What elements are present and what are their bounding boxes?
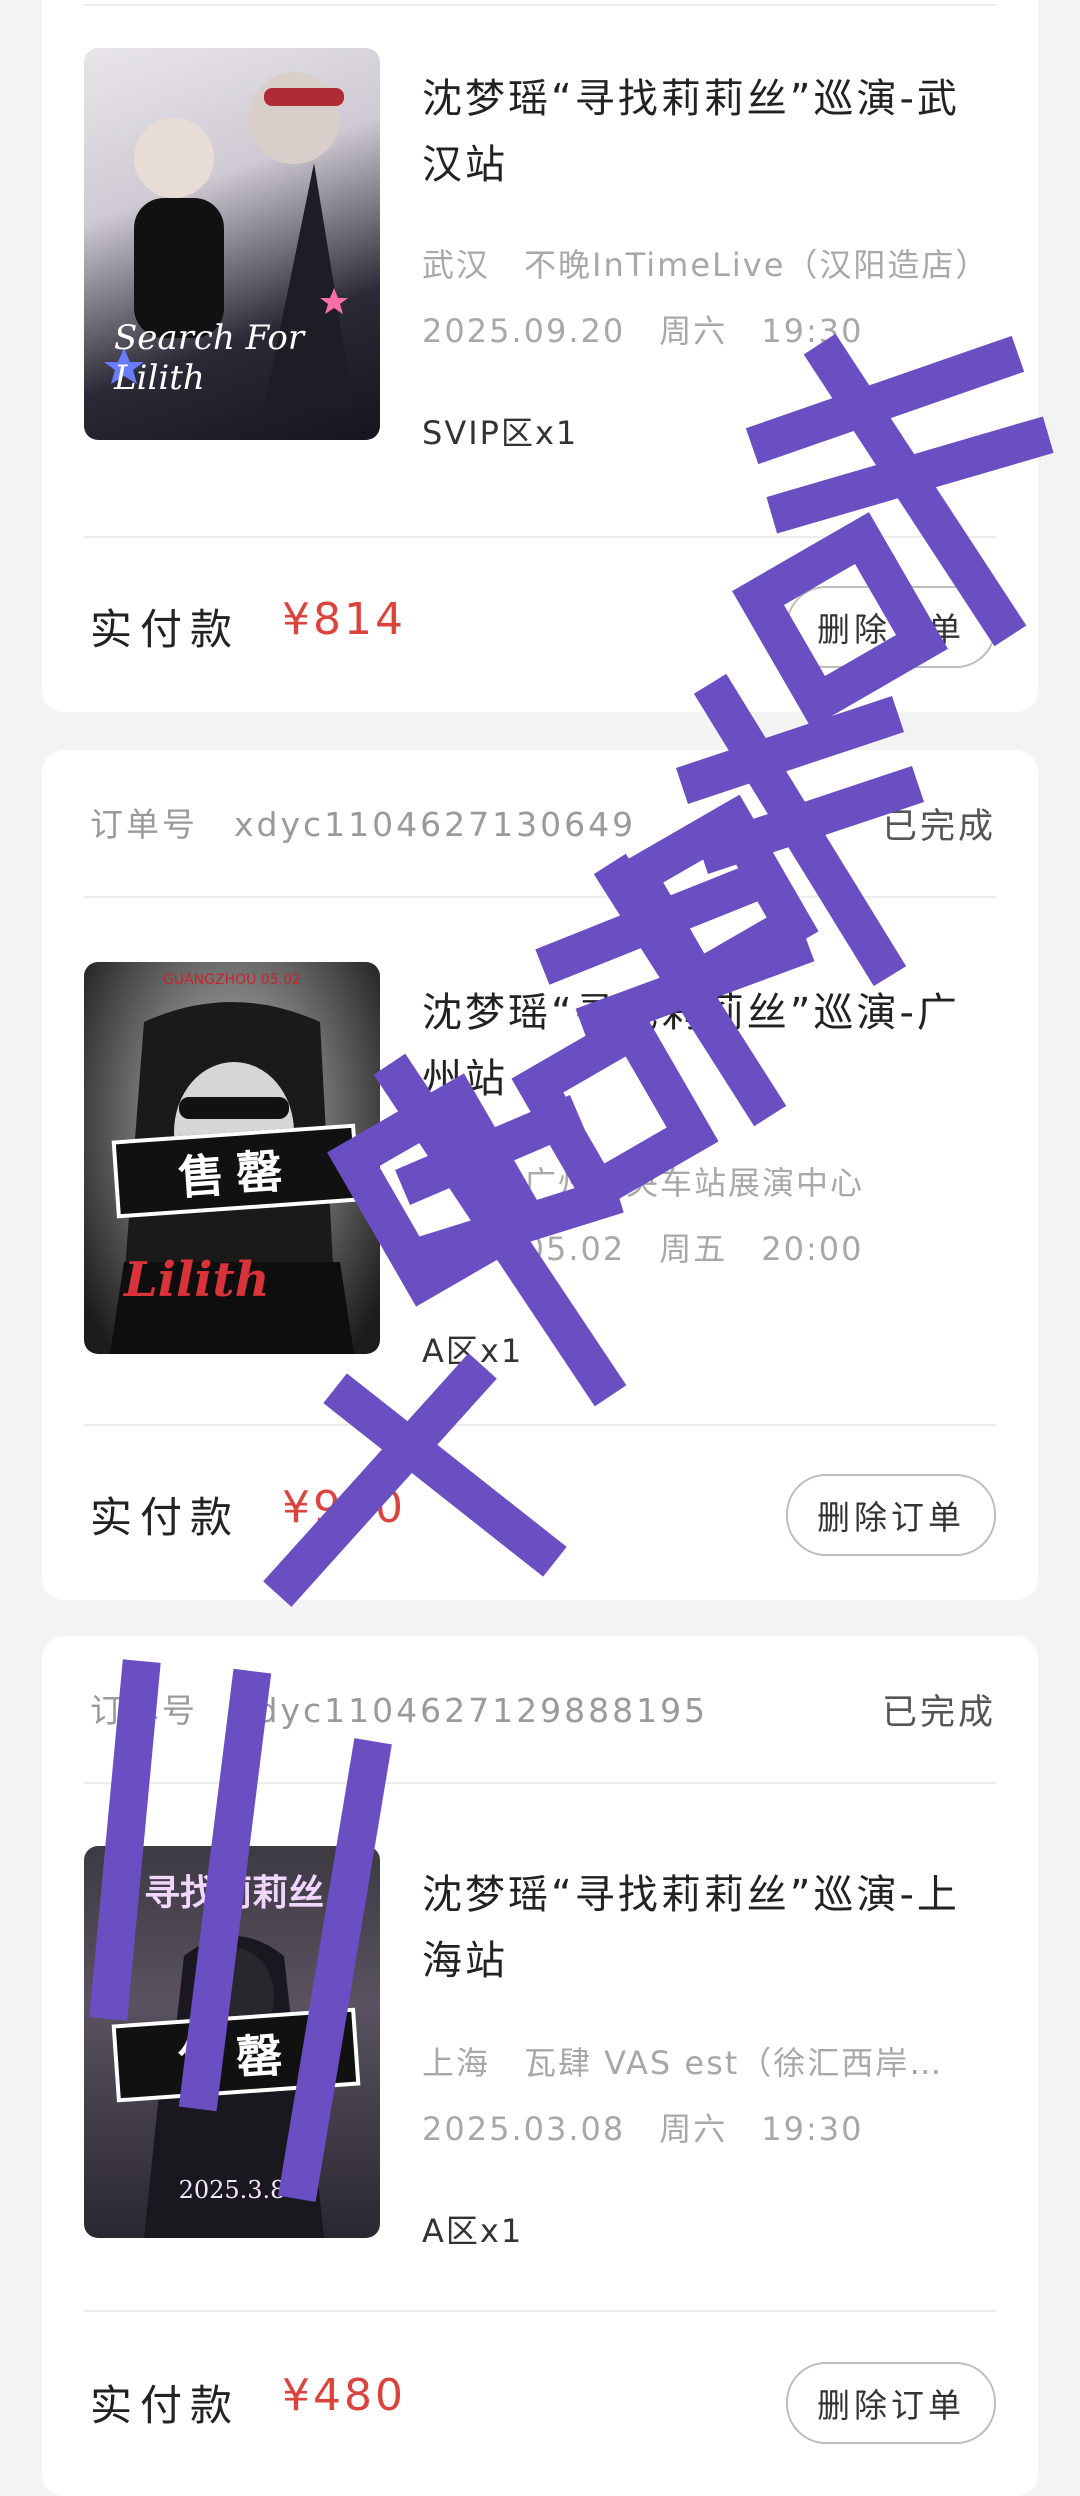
poster-title: 寻找莉莉丝	[144, 1873, 325, 1914]
ticket-info: SVIP区x1	[422, 414, 579, 452]
event-poster[interactable]: 寻找莉莉丝 售罄 2025.3.8	[84, 1846, 380, 2238]
poster-header: GUANGZHOU 05.02	[163, 972, 301, 988]
poster-title: Search For Lilith	[114, 318, 305, 398]
divider	[84, 4, 996, 6]
ticket-info: A区x1	[422, 1332, 524, 1370]
divider	[84, 2310, 996, 2312]
divider	[84, 1782, 996, 1784]
event-poster[interactable]: Search For Lilith	[84, 48, 380, 440]
event-venue: 广州 广州中央车站展演中心	[422, 1164, 865, 1202]
order-status: 已完成	[881, 1693, 996, 1733]
order-card-3: 订单号 xdyc1104627129888195 已完成 寻找莉莉丝 售罄 20…	[42, 1636, 1038, 2496]
pay-amount: ¥960	[282, 1482, 406, 1533]
order-number: 订单号 xdyc1104627130649	[90, 805, 637, 844]
divider	[84, 896, 996, 898]
ticket-info: A区x1	[422, 2212, 524, 2250]
event-title[interactable]: 沈梦瑶“寻找莉莉丝”巡演-上海站	[422, 1862, 1002, 1994]
poster-date: 2025.3.8	[178, 2176, 286, 2204]
event-title[interactable]: 沈梦瑶“寻找莉莉丝”巡演-武汉站	[422, 66, 1002, 198]
delete-order-button[interactable]: 删除订单	[786, 1474, 996, 1556]
pay-label: 实付款	[90, 1493, 241, 1542]
order-number: 订单号 xdyc1104627129888195	[90, 1691, 709, 1730]
event-venue: 上海 瓦肆 VAS est（徐汇西岸…	[422, 2044, 944, 2082]
delete-order-button[interactable]: 删除订单	[786, 2362, 996, 2444]
event-date: 2025.05.02 周五 20:00	[422, 1230, 864, 1268]
divider	[84, 1424, 996, 1426]
order-card-2: 订单号 xdyc1104627130649 已完成 GUANGZHOU 05.0…	[42, 750, 1038, 1600]
event-venue: 武汉 不晚InTimeLive（汉阳造店）	[422, 246, 990, 284]
delete-order-button[interactable]: 删除订单	[786, 586, 996, 668]
event-date: 2025.03.08 周六 19:30	[422, 2110, 864, 2148]
pay-label: 实付款	[90, 605, 241, 654]
poster-title: Lilith	[124, 1252, 270, 1308]
divider	[84, 536, 996, 538]
pay-amount: ¥480	[282, 2370, 406, 2421]
order-card-1: Search For Lilith 沈梦瑶“寻找莉莉丝”巡演-武汉站 武汉 不晚…	[42, 0, 1038, 712]
event-poster[interactable]: GUANGZHOU 05.02 售罄 Lilith	[84, 962, 380, 1354]
event-date: 2025.09.20 周六 19:30	[422, 312, 864, 350]
order-status: 已完成	[881, 807, 996, 847]
event-title[interactable]: 沈梦瑶“寻找莉莉丝”巡演-广州站	[422, 980, 1002, 1112]
pay-label: 实付款	[90, 2381, 241, 2430]
pay-amount: ¥814	[282, 594, 406, 645]
